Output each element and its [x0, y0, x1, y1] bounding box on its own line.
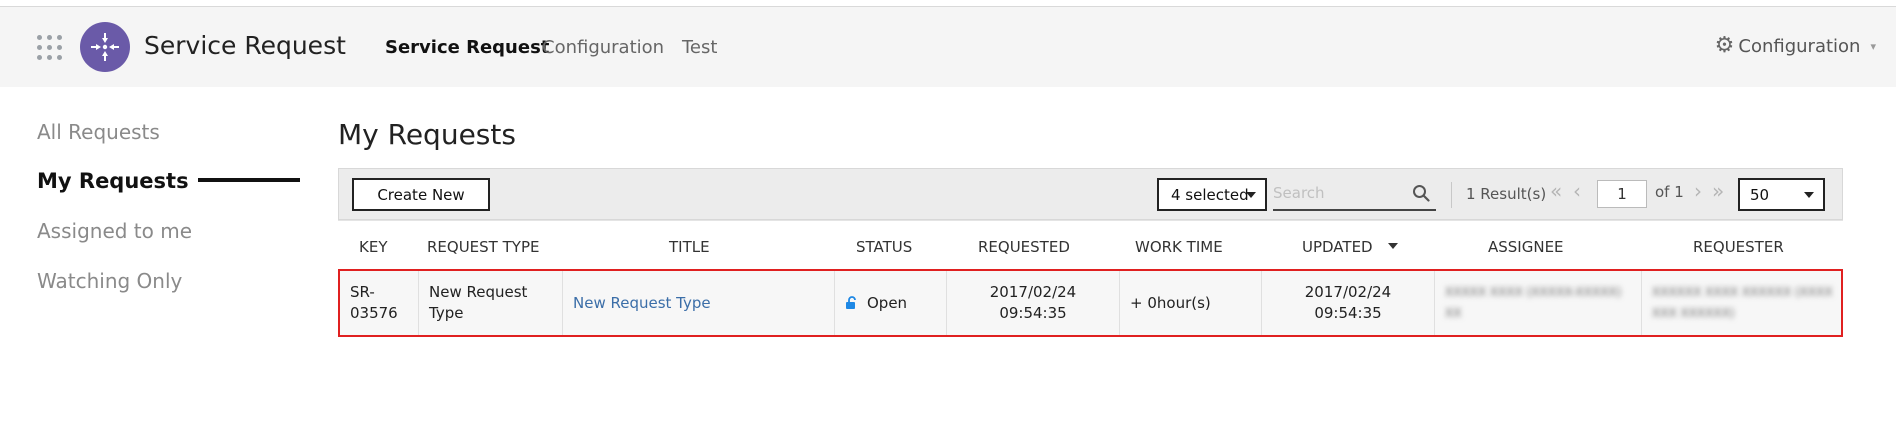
column-header-request-type[interactable]: REQUEST TYPE: [427, 238, 539, 256]
assignee-line-2: XX: [1445, 306, 1462, 320]
first-page-icon[interactable]: «: [1550, 181, 1562, 201]
cell-key: SR- 03576: [340, 271, 419, 335]
request-type-line-2: Type: [429, 304, 464, 322]
cell-assignee: XXXXX XXXX (XXXXX-XXXXX) XX: [1435, 271, 1642, 335]
key-line-2: 03576: [350, 304, 398, 322]
column-header-key[interactable]: KEY: [359, 238, 387, 256]
page-size-value: 50: [1750, 185, 1770, 204]
cell-requester: XXXXXX XXXX XXXXXX (XXXX XXX XXXXXX): [1642, 271, 1841, 335]
column-header-requested[interactable]: REQUESTED: [978, 238, 1070, 256]
configuration-menu[interactable]: ⚙ Configuration ▾: [1715, 35, 1876, 57]
top-border: [0, 0, 1896, 7]
search-icon[interactable]: [1412, 184, 1430, 202]
sidebar-item-my-requests[interactable]: My Requests: [37, 169, 189, 193]
cell-request-type: New Request Type: [419, 271, 563, 335]
table-header: KEY REQUEST TYPE TITLE STATUS REQUESTED …: [338, 220, 1843, 270]
caret-down-icon: [1246, 192, 1256, 198]
column-header-requester[interactable]: REQUESTER: [1693, 238, 1784, 256]
requested-date: 2017/02/24: [989, 283, 1077, 301]
cell-title: New Request Type: [563, 271, 835, 335]
chevron-down-icon: ▾: [1870, 39, 1876, 53]
status-filter-value: 4 selected: [1171, 185, 1249, 204]
requester-line-1: XXXXXX XXXX XXXXXX (XXXX: [1652, 285, 1833, 299]
page-size-select[interactable]: 50: [1738, 178, 1825, 211]
unlocked-icon: [846, 296, 856, 309]
prev-page-icon[interactable]: ‹: [1573, 181, 1581, 201]
cell-status: Open: [835, 271, 947, 335]
create-new-button[interactable]: Create New: [352, 178, 490, 211]
app-header: Service Request Service Request Configur…: [0, 7, 1896, 87]
page-number-input[interactable]: [1597, 180, 1647, 208]
key-line-1: SR-: [350, 283, 375, 301]
status-filter-select[interactable]: 4 selected: [1157, 178, 1267, 211]
request-title-link[interactable]: New Request Type: [573, 294, 711, 312]
sidebar-item-watching-only[interactable]: Watching Only: [37, 269, 182, 293]
apps-grid-icon[interactable]: [37, 35, 63, 61]
sidebar-item-all-requests[interactable]: All Requests: [37, 120, 160, 144]
request-type-line-1: New Request: [429, 283, 528, 301]
search-input[interactable]: [1273, 178, 1408, 208]
sort-descending-icon[interactable]: [1388, 243, 1398, 249]
search-box: [1273, 178, 1436, 211]
toolbar: Create New 4 selected 1 Result(s) « ‹ of…: [338, 168, 1843, 220]
table-row[interactable]: SR- 03576 New Request Type New Request T…: [338, 269, 1843, 337]
status-text: Open: [867, 294, 908, 312]
topnav-configuration[interactable]: Configuration: [542, 37, 664, 58]
topnav-service-request[interactable]: Service Request: [385, 37, 549, 58]
column-header-updated[interactable]: UPDATED: [1302, 238, 1373, 256]
page-title: My Requests: [338, 118, 516, 151]
active-indicator: [198, 178, 300, 182]
arrows-converge-icon[interactable]: [80, 22, 130, 72]
page-total: of 1: [1655, 183, 1684, 201]
toolbar-divider: [1451, 182, 1452, 208]
column-header-assignee[interactable]: ASSIGNEE: [1488, 238, 1564, 256]
last-page-icon[interactable]: »: [1712, 181, 1724, 201]
column-header-work-time[interactable]: WORK TIME: [1135, 238, 1223, 256]
updated-date: 2017/02/24: [1304, 283, 1392, 301]
requested-time: 09:54:35: [999, 304, 1067, 322]
cell-requested: 2017/02/24 09:54:35: [947, 271, 1120, 335]
configuration-menu-label: Configuration: [1738, 35, 1861, 57]
topnav-test[interactable]: Test: [682, 37, 717, 58]
sidebar-item-assigned-to-me[interactable]: Assigned to me: [37, 219, 192, 243]
results-count: 1 Result(s): [1466, 185, 1547, 203]
cell-updated: 2017/02/24 09:54:35: [1262, 271, 1435, 335]
column-header-status[interactable]: STATUS: [856, 238, 912, 256]
requester-line-2: XXX XXXXXX): [1652, 306, 1735, 320]
updated-time: 09:54:35: [1314, 304, 1382, 322]
assignee-line-1: XXXXX XXXX (XXXXX-XXXXX): [1445, 285, 1622, 299]
caret-down-icon: [1804, 192, 1814, 198]
column-header-title[interactable]: TITLE: [669, 238, 710, 256]
cell-work-time: + 0hour(s): [1120, 271, 1262, 335]
next-page-icon[interactable]: ›: [1694, 181, 1702, 201]
work-time-value: + 0hour(s): [1130, 294, 1211, 312]
gear-icon: ⚙: [1714, 33, 1735, 58]
app-title: Service Request: [144, 31, 346, 60]
